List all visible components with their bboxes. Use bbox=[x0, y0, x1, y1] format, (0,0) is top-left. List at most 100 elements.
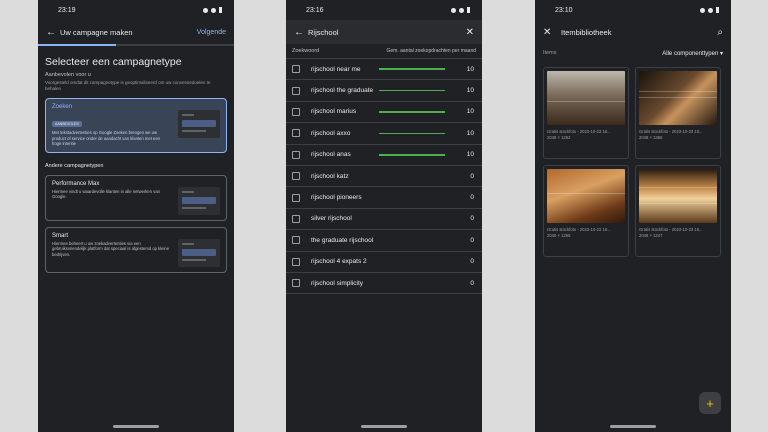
volume-value: 10 bbox=[466, 65, 474, 73]
asset-size: 2048 × 1252 bbox=[547, 134, 571, 140]
recommended-label: Aanbevolen voor u bbox=[45, 72, 91, 78]
home-indicator bbox=[610, 425, 656, 428]
keyword-text: silver rijschool bbox=[311, 215, 352, 223]
campaign-card-smart[interactable]: Smart Hiermee beheert u uw zoekadvertent… bbox=[45, 226, 227, 273]
next-button[interactable]: Volgende bbox=[197, 29, 226, 36]
status-icons bbox=[451, 7, 470, 13]
performance-max-illustration bbox=[178, 186, 220, 215]
status-icons bbox=[700, 7, 719, 13]
search-preview-illustration bbox=[178, 110, 220, 138]
row-checkbox[interactable] bbox=[292, 236, 300, 245]
volume-value: 10 bbox=[466, 87, 474, 95]
row-checkbox[interactable] bbox=[292, 279, 300, 288]
status-bar: 23:19 bbox=[38, 0, 234, 20]
home-indicator bbox=[361, 425, 407, 428]
keyword-text: rijschool marius bbox=[311, 108, 357, 116]
arrow-left-icon[interactable]: ← bbox=[46, 27, 60, 38]
volume-value: 0 bbox=[470, 279, 474, 287]
component-type-dropdown[interactable]: Alle componenttypen ▾ bbox=[662, 50, 723, 57]
dropdown-value: Alle componenttypen bbox=[662, 51, 719, 57]
row-checkbox[interactable] bbox=[292, 86, 300, 95]
search-input[interactable]: Rijschool bbox=[308, 28, 460, 37]
table-row[interactable]: rijschool pioneers 0 bbox=[286, 187, 482, 209]
table-row[interactable]: rijschool 4 expats 2 0 bbox=[286, 252, 482, 273]
volume-bar bbox=[379, 111, 445, 113]
keyword-text: rijschool katz bbox=[311, 172, 349, 180]
piano-photo bbox=[639, 169, 717, 223]
smart-illustration bbox=[178, 238, 220, 267]
volume-bar bbox=[379, 154, 445, 156]
asset-tile[interactable]: Gratis stockfoto - 2023-10-23 18... 2048… bbox=[543, 67, 629, 159]
asset-tile[interactable]: Gratis stockfoto - 2023-10-23 18... 2048… bbox=[543, 165, 629, 257]
volume-value: 0 bbox=[470, 215, 474, 223]
other-types-label: Andere campagnetypen bbox=[45, 162, 104, 169]
status-time: 23:10 bbox=[555, 6, 573, 14]
phone-keyword-search: 23:16 ← Rijschool ✕ Zoekwoord Gem. aanta… bbox=[286, 0, 482, 432]
card-title: Smart bbox=[52, 232, 69, 239]
table-row[interactable]: rijschool simplicity 0 bbox=[286, 273, 482, 295]
campaign-card-search[interactable]: Zoeken AANBEVOLEN Met tekstadvertenties … bbox=[45, 98, 227, 153]
keyword-text: rijschool 4 expats 2 bbox=[311, 258, 367, 266]
table-row[interactable]: rijschool near me 10 bbox=[286, 59, 482, 81]
table-row[interactable]: rijschool axxo 10 bbox=[286, 123, 482, 145]
keyword-text: rijschool the graduate bbox=[311, 87, 374, 95]
keyword-text: the graduate rijschool bbox=[311, 236, 374, 244]
asset-size: 2048 × 1365 bbox=[639, 134, 663, 140]
keyword-text: rijschool near me bbox=[311, 65, 361, 73]
arrow-left-icon[interactable]: ← bbox=[294, 27, 308, 38]
status-icons bbox=[203, 7, 222, 13]
asset-size: 2048 × 1347 bbox=[639, 232, 663, 238]
keyword-list: rijschool near me 10 rijschool the graduat… bbox=[286, 59, 482, 295]
table-header: Zoekwoord Gem. aantal zoekopdrachten per… bbox=[286, 44, 482, 59]
items-label: Items bbox=[543, 50, 557, 56]
keyword-text: rijschool anas bbox=[311, 151, 351, 159]
piano-photo bbox=[639, 71, 717, 125]
volume-value: 0 bbox=[470, 172, 474, 180]
table-row[interactable]: rijschool katz 0 bbox=[286, 166, 482, 188]
close-icon[interactable]: ✕ bbox=[460, 27, 474, 38]
column-keyword: Zoekwoord bbox=[292, 48, 320, 54]
asset-tile[interactable]: Gratis stockfoto - 2023-10-23 18... 2048… bbox=[635, 67, 721, 159]
filter-row: Items Alle componenttypen ▾ bbox=[535, 44, 731, 63]
table-row[interactable]: rijschool anas 10 bbox=[286, 145, 482, 166]
search-icon[interactable]: ⌕ bbox=[709, 27, 723, 38]
volume-value: 0 bbox=[470, 258, 474, 266]
row-checkbox[interactable] bbox=[292, 129, 300, 138]
card-title: Zoeken bbox=[52, 104, 73, 110]
asset-grid: Gratis stockfoto - 2023-10-23 18... 2048… bbox=[535, 63, 731, 261]
campaign-card-performance-max[interactable]: Performance Max Hiermee vindt u waardevo… bbox=[45, 174, 227, 221]
card-description: Hiermee vindt u waardevolle klanten in a… bbox=[52, 188, 161, 200]
volume-value: 10 bbox=[466, 108, 474, 116]
page-title: Uw campagne maken bbox=[60, 27, 133, 37]
row-checkbox[interactable] bbox=[292, 150, 300, 159]
volume-bar bbox=[379, 132, 445, 135]
app-bar: ← Uw campagne maken Volgende bbox=[38, 20, 234, 44]
piano-photo bbox=[547, 169, 625, 223]
card-title: Performance Max bbox=[52, 180, 100, 187]
row-checkbox[interactable] bbox=[292, 214, 300, 223]
card-description: Met tekstadvertenties op Google Zoeken b… bbox=[52, 130, 161, 146]
volume-value: 10 bbox=[466, 151, 474, 159]
row-checkbox[interactable] bbox=[292, 257, 300, 266]
keyword-text: rijschool simplicity bbox=[311, 279, 364, 287]
row-checkbox[interactable] bbox=[292, 107, 300, 116]
volume-value: 0 bbox=[470, 194, 474, 202]
search-bar: ← Rijschool ✕ bbox=[286, 20, 482, 44]
table-row[interactable]: rijschool the graduate 10 bbox=[286, 80, 482, 102]
add-icon[interactable]: + bbox=[699, 392, 721, 414]
volume-bar bbox=[379, 68, 445, 70]
status-time: 23:16 bbox=[306, 6, 324, 14]
row-checkbox[interactable] bbox=[292, 193, 300, 202]
row-checkbox[interactable] bbox=[292, 65, 300, 74]
caret-down-icon: ▾ bbox=[719, 51, 723, 57]
row-checkbox[interactable] bbox=[292, 172, 300, 181]
home-indicator bbox=[113, 425, 159, 428]
table-row[interactable]: the graduate rijschool 0 bbox=[286, 230, 482, 252]
status-bar: 23:10 bbox=[535, 0, 731, 20]
app-bar: ✕ Itembibliotheek ⌕ bbox=[535, 20, 731, 44]
asset-tile[interactable]: Gratis stockfoto - 2023-10-23 18... 2048… bbox=[635, 165, 721, 257]
close-icon[interactable]: ✕ bbox=[543, 27, 557, 38]
table-row[interactable]: rijschool marius 10 bbox=[286, 102, 482, 124]
table-row[interactable]: silver rijschool 0 bbox=[286, 209, 482, 231]
keyword-text: rijschool pioneers bbox=[311, 194, 362, 202]
